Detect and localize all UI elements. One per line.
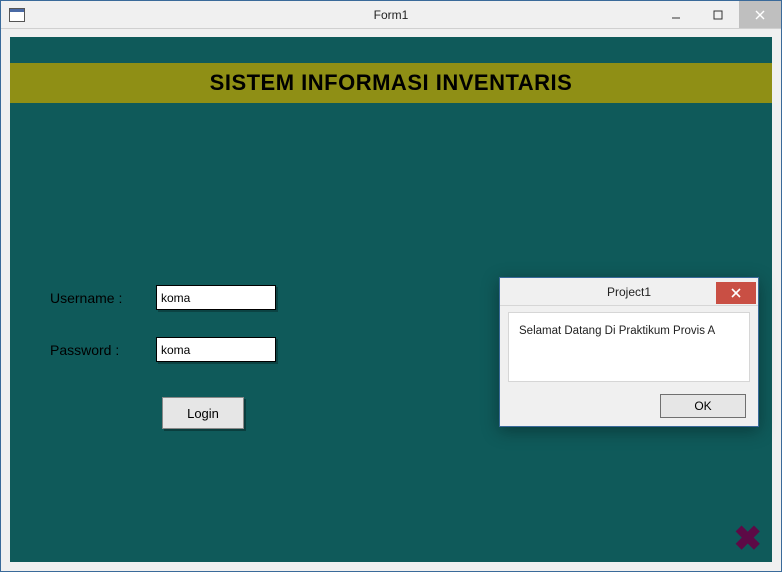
password-label: Password : (50, 342, 156, 358)
dialog-message: Selamat Datang Di Praktikum Provis A (519, 325, 715, 337)
main-titlebar[interactable]: Form1 (1, 1, 781, 29)
dialog-body: Selamat Datang Di Praktikum Provis A (508, 312, 750, 382)
maximize-button[interactable] (697, 1, 739, 28)
title-banner: SISTEM INFORMASI INVENTARIS (10, 63, 772, 103)
message-dialog: Project1 Selamat Datang Di Praktikum Pro… (499, 277, 759, 427)
minimize-button[interactable] (655, 1, 697, 28)
dialog-footer: OK (500, 386, 758, 426)
window-controls (655, 1, 781, 28)
login-button[interactable]: Login (162, 397, 244, 429)
dialog-ok-button[interactable]: OK (660, 394, 746, 418)
password-input[interactable] (156, 337, 276, 362)
window-title: Form1 (374, 8, 409, 22)
dialog-title: Project1 (607, 285, 651, 299)
username-row: Username : (50, 285, 276, 310)
banner-title: SISTEM INFORMASI INVENTARIS (210, 70, 573, 96)
dialog-titlebar[interactable]: Project1 (500, 278, 758, 306)
form-icon (9, 8, 25, 22)
password-row: Password : (50, 337, 276, 362)
main-window: Form1 SISTEM INFORMASI INVENTARIS Userna… (0, 0, 782, 572)
exit-icon[interactable]: ✖ (734, 522, 763, 556)
dialog-close-button[interactable] (716, 282, 756, 304)
username-input[interactable] (156, 285, 276, 310)
username-label: Username : (50, 290, 156, 306)
close-button[interactable] (739, 1, 781, 28)
